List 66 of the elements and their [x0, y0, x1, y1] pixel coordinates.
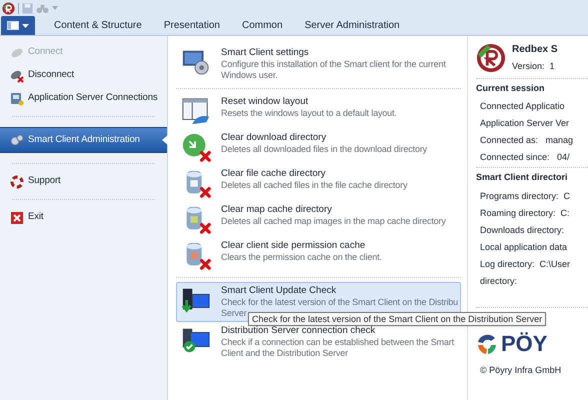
info-row-text: directory: — [479, 276, 518, 286]
sidebar-item[interactable]: Disconnect — [0, 64, 167, 87]
section-heading: Smart Client directori — [476, 171, 568, 184]
ribbon-tab[interactable]: Server Administration — [294, 15, 411, 35]
company-logo-icon — [476, 332, 498, 354]
action-description: Clears the permission cache on the client. — [221, 252, 382, 263]
action-description: Deletes all cached map images in the map cache directory — [221, 216, 446, 227]
sidebar-item[interactable]: Application Server Connections — [0, 87, 167, 110]
action-item[interactable]: Reset window layout Resets the windows layout to a default layout. — [176, 93, 461, 129]
info-row-text: Application Server Ver — [479, 118, 570, 129]
product-logo-icon — [476, 42, 506, 73]
action-description: Resets the windows layout to a default layout. — [221, 108, 397, 119]
action-title: Clear file cache directory — [221, 168, 326, 180]
action-title: Reset window layout — [221, 96, 308, 108]
ribbon-tab[interactable]: Content & Structure — [43, 15, 153, 35]
action-description: Check if a connection can be established between the Smart — [221, 337, 454, 348]
server-icon — [10, 92, 24, 106]
company-logo-text: PÖY — [501, 332, 548, 356]
action-description: Windows user. — [221, 70, 278, 81]
action-item[interactable]: Smart Client settings Configure this installation of the Smart client for the current Windows user. — [176, 44, 461, 84]
info-row-text: Connected Applicatio — [479, 101, 565, 112]
product-name: Redbex S — [512, 43, 558, 57]
copyright-text: © Pöyry Infra GmbH — [479, 364, 562, 377]
sidebar-item[interactable]: Exit — [0, 206, 167, 229]
binoculars-icon[interactable] — [36, 2, 49, 14]
application-menu-button[interactable] — [1, 16, 35, 35]
sidebar-item[interactable]: Smart Client Administration — [0, 127, 167, 153]
window-icon — [7, 21, 19, 30]
action-title: Distribution Server connection check — [221, 325, 376, 337]
action-item[interactable]: Clear download directory Deletes all downloaded files in the download directory — [176, 129, 461, 165]
action-item[interactable]: Clear map cache directory Deletes all cached map images in the map cache directory — [176, 201, 461, 237]
action-description: Deletes all downloaded files in the download directory — [221, 144, 428, 155]
tooltip: Check for the latest version of the Smart Client on the Distribution Server — [248, 312, 546, 326]
info-row-text: Programs directory: C — [479, 190, 570, 202]
info-row-text: Downloads directory: — [479, 224, 564, 236]
action-title: Smart Client settings — [221, 47, 309, 59]
info-row-text: Connected since: 04/ — [479, 152, 570, 163]
action-title: Clear client side permission cache — [221, 240, 366, 252]
info-row-text: Local application data — [479, 242, 568, 252]
version-label: Version: 1 — [512, 60, 556, 73]
action-description: Configure this installation of the Smart client for the current — [221, 59, 446, 70]
lifebuoy-icon — [10, 174, 24, 188]
action-title: Smart Client Update Check — [221, 285, 336, 297]
action-description: Client and the Distribution Server — [221, 348, 348, 359]
ribbon-tab[interactable]: Presentation — [152, 15, 231, 35]
caret-icon[interactable] — [52, 6, 58, 10]
action-title: Clear download directory — [221, 132, 326, 144]
info-row-text: Roaming directory: C: — [479, 208, 570, 218]
save-icon[interactable] — [22, 2, 33, 14]
info-row-text: Connected as: manag — [479, 135, 574, 146]
exit-icon — [10, 210, 24, 224]
action-item[interactable]: Clear client side permission cache Clears the permission cache on the client. — [176, 237, 461, 273]
window-layout-icon — [181, 96, 211, 126]
action-item[interactable]: Clear file cache directory Deletes all cached files in the file cache directory — [176, 165, 461, 201]
ribbon-tab[interactable]: Common — [230, 15, 294, 35]
caret-icon — [22, 24, 29, 28]
action-description: Server — [221, 308, 247, 319]
section-heading: Current session — [476, 82, 545, 94]
info-row-text: Log directory: C:\User — [479, 258, 570, 270]
app-logo-icon[interactable] — [2, 2, 15, 14]
sidebar-item[interactable]: Support — [0, 170, 167, 193]
action-description: Check for the latest version of the Smart Client on the Distribu — [221, 297, 458, 308]
download-delete-icon — [181, 132, 211, 162]
action-description: Deletes all cached files in the file cache directory — [221, 180, 408, 191]
action-title: Clear map cache directory — [221, 204, 332, 216]
pointer-notch-icon — [162, 135, 168, 145]
